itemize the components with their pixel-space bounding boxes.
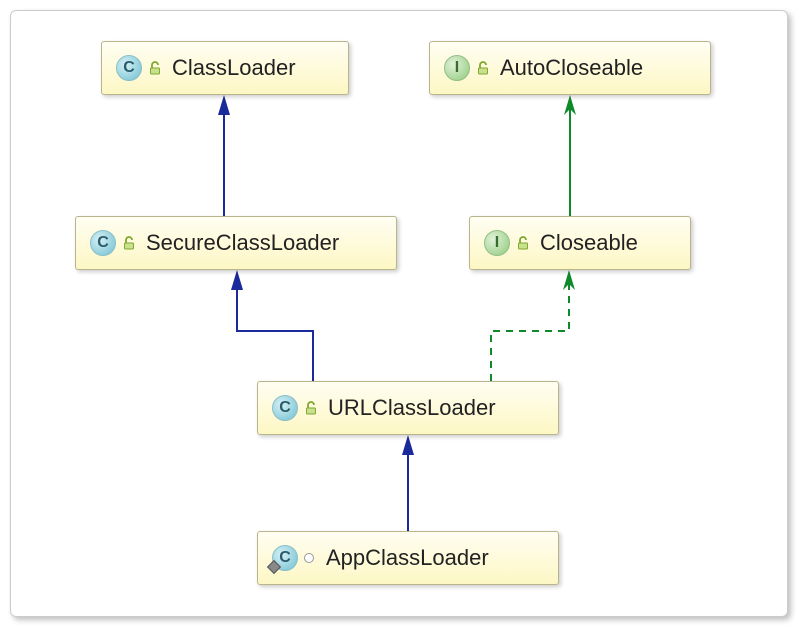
node-label: AutoCloseable (500, 55, 643, 81)
node-auto-closeable[interactable]: I AutoCloseable (429, 41, 711, 95)
node-label: URLClassLoader (328, 395, 496, 421)
unlock-icon (304, 401, 318, 415)
edge-implements (491, 276, 569, 381)
node-url-class-loader[interactable]: C URLClassLoader (257, 381, 559, 435)
node-app-class-loader[interactable]: C AppClassLoader (257, 531, 559, 585)
arrows-layer (11, 11, 789, 618)
class-icon: C (90, 230, 116, 256)
interface-icon: I (484, 230, 510, 256)
node-label: AppClassLoader (326, 545, 489, 571)
unlock-icon (476, 61, 490, 75)
node-label: SecureClassLoader (146, 230, 339, 256)
node-label: ClassLoader (172, 55, 296, 81)
unlock-icon (148, 61, 162, 75)
unlock-icon (516, 236, 530, 250)
node-closeable[interactable]: I Closeable (469, 216, 691, 270)
class-icon: C (272, 545, 298, 571)
class-icon: C (272, 395, 298, 421)
edge-extends (237, 276, 313, 381)
node-label: Closeable (540, 230, 638, 256)
node-class-loader[interactable]: C ClassLoader (101, 41, 349, 95)
class-icon: C (116, 55, 142, 81)
diagram-frame: C ClassLoader I AutoCloseable C SecureCl… (10, 10, 788, 617)
interface-icon: I (444, 55, 470, 81)
unlock-icon (122, 236, 136, 250)
node-secure-class-loader[interactable]: C SecureClassLoader (75, 216, 397, 270)
package-private-icon (304, 553, 314, 563)
